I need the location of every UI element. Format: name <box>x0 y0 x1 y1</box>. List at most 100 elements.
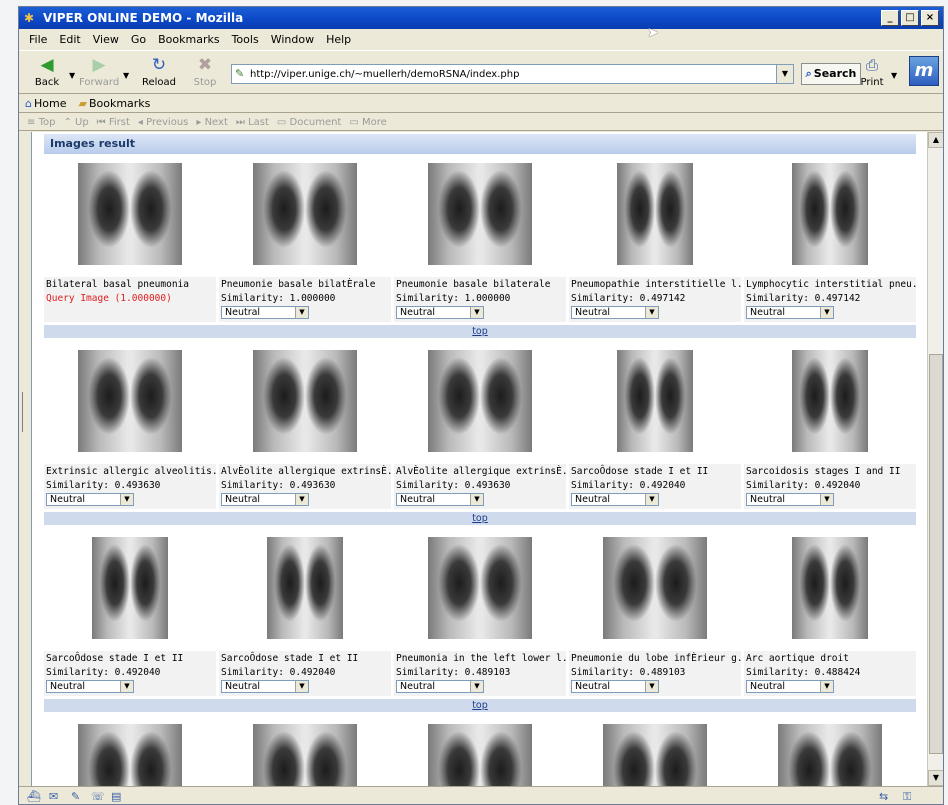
vertical-scrollbar[interactable]: ▲ ▼ <box>927 132 943 786</box>
chest-xray-thumbnail[interactable] <box>792 163 868 265</box>
thumbnail-frame[interactable] <box>394 155 566 277</box>
site-nav-next[interactable]: ▸ Next <box>196 117 228 128</box>
site-nav-top[interactable]: ≡ Top <box>27 117 55 128</box>
menu-help[interactable]: Help <box>326 33 351 46</box>
select-arrow-icon[interactable]: ▼ <box>470 681 483 692</box>
relevance-select[interactable]: Neutral ▼ <box>46 493 134 506</box>
menu-bookmarks[interactable]: Bookmarks <box>158 33 219 46</box>
url-input[interactable] <box>250 66 770 82</box>
maximize-button[interactable]: □ <box>901 10 919 26</box>
chest-xray-thumbnail[interactable] <box>92 537 168 639</box>
thumbnail-frame[interactable] <box>219 716 391 786</box>
chest-xray-thumbnail[interactable] <box>792 537 868 639</box>
site-nav-last[interactable]: ⏭ Last <box>236 117 269 128</box>
relevance-select[interactable]: Neutral ▼ <box>221 680 309 693</box>
site-nav-previous[interactable]: ◂ Previous <box>138 117 188 128</box>
chest-xray-thumbnail[interactable] <box>78 163 182 265</box>
site-nav-more[interactable]: ▭ More <box>349 117 386 128</box>
select-arrow-icon[interactable]: ▼ <box>295 681 308 692</box>
thumbnail-frame[interactable] <box>744 342 916 464</box>
thumbnail-frame[interactable] <box>44 155 216 277</box>
select-arrow-icon[interactable]: ▼ <box>295 307 308 318</box>
menu-tools[interactable]: Tools <box>232 33 259 46</box>
close-button[interactable]: × <box>921 10 939 26</box>
url-bar[interactable]: ✎ ▼ <box>231 64 794 84</box>
chest-xray-thumbnail[interactable] <box>792 350 868 452</box>
chest-xray-thumbnail[interactable] <box>617 350 693 452</box>
relevance-select[interactable]: Neutral ▼ <box>746 680 834 693</box>
menu-edit[interactable]: Edit <box>59 33 80 46</box>
thumbnail-frame[interactable] <box>744 716 916 786</box>
thumbnail-frame[interactable] <box>569 155 741 277</box>
chest-xray-thumbnail[interactable] <box>253 163 357 265</box>
select-arrow-icon[interactable]: ▼ <box>820 307 833 318</box>
forward-button[interactable]: ▶ Forward <box>79 55 119 88</box>
thumbnail-frame[interactable] <box>219 155 391 277</box>
top-link[interactable]: top <box>472 700 488 711</box>
chest-xray-thumbnail[interactable] <box>603 537 707 639</box>
thumbnail-frame[interactable] <box>44 529 216 651</box>
select-arrow-icon[interactable]: ▼ <box>470 494 483 505</box>
thumbnail-frame[interactable] <box>744 155 916 277</box>
forward-dropdown-icon[interactable]: ▼ <box>123 71 129 80</box>
select-arrow-icon[interactable]: ▼ <box>295 494 308 505</box>
select-arrow-icon[interactable]: ▼ <box>645 307 658 318</box>
relevance-select[interactable]: Neutral ▼ <box>571 680 659 693</box>
relevance-select[interactable]: Neutral ▼ <box>396 680 484 693</box>
relevance-select[interactable]: Neutral ▼ <box>221 306 309 319</box>
thumbnail-frame[interactable] <box>219 342 391 464</box>
menu-file[interactable]: File <box>29 33 47 46</box>
thumbnail-frame[interactable] <box>394 716 566 786</box>
relevance-select[interactable]: Neutral ▼ <box>46 680 134 693</box>
thumbnail-frame[interactable] <box>394 529 566 651</box>
relevance-select[interactable]: Neutral ▼ <box>396 306 484 319</box>
site-nav-up[interactable]: ⌃ Up <box>63 117 88 128</box>
chest-xray-thumbnail[interactable] <box>253 724 357 786</box>
chest-xray-thumbnail[interactable] <box>428 724 532 786</box>
select-arrow-icon[interactable]: ▼ <box>645 681 658 692</box>
menu-window[interactable]: Window <box>271 33 314 46</box>
back-dropdown-icon[interactable]: ▼ <box>69 71 75 80</box>
chest-xray-thumbnail[interactable] <box>428 163 532 265</box>
chest-xray-thumbnail[interactable] <box>267 537 343 639</box>
relevance-select[interactable]: Neutral ▼ <box>221 493 309 506</box>
minimize-button[interactable]: _ <box>881 10 899 26</box>
thumbnail-frame[interactable] <box>394 342 566 464</box>
home-button[interactable]: ⌂ Home <box>25 97 66 110</box>
relevance-select[interactable]: Neutral ▼ <box>571 493 659 506</box>
site-nav-first[interactable]: ⏮ First <box>97 117 130 128</box>
search-button[interactable]: ⌕ Search <box>801 63 861 85</box>
relevance-select[interactable]: Neutral ▼ <box>746 306 834 319</box>
select-arrow-icon[interactable]: ▼ <box>120 681 133 692</box>
print-button[interactable]: ⎙ Print <box>857 55 887 88</box>
back-button[interactable]: ◀ Back <box>27 55 67 88</box>
mozilla-throbber-icon[interactable]: m <box>909 56 939 86</box>
relevance-select[interactable]: Neutral ▼ <box>571 306 659 319</box>
scroll-down-icon[interactable]: ▼ <box>928 770 943 786</box>
stop-button[interactable]: ✖ Stop <box>185 55 225 88</box>
site-nav-document[interactable]: ▭ Document <box>277 117 341 128</box>
thumbnail-frame[interactable] <box>569 716 741 786</box>
thumbnail-frame[interactable] <box>569 529 741 651</box>
select-arrow-icon[interactable]: ▼ <box>820 494 833 505</box>
print-dropdown-icon[interactable]: ▼ <box>891 71 897 80</box>
bookmarks-button[interactable]: ▰ Bookmarks <box>78 97 150 110</box>
thumbnail-frame[interactable] <box>744 529 916 651</box>
thumbnail-frame[interactable] <box>569 342 741 464</box>
chest-xray-thumbnail[interactable] <box>253 350 357 452</box>
select-arrow-icon[interactable]: ▼ <box>820 681 833 692</box>
thumbnail-frame[interactable] <box>219 529 391 651</box>
chest-xray-thumbnail[interactable] <box>78 724 182 786</box>
chest-xray-thumbnail[interactable] <box>603 724 707 786</box>
menu-view[interactable]: View <box>93 33 119 46</box>
menu-go[interactable]: Go <box>131 33 146 46</box>
chest-xray-thumbnail[interactable] <box>428 350 532 452</box>
navigator-icon[interactable]: ⛴ <box>27 790 41 803</box>
select-arrow-icon[interactable]: ▼ <box>470 307 483 318</box>
url-dropdown-icon[interactable]: ▼ <box>776 65 793 83</box>
thumbnail-frame[interactable] <box>44 716 216 786</box>
thumbnail-frame[interactable] <box>44 342 216 464</box>
relevance-select[interactable]: Neutral ▼ <box>396 493 484 506</box>
composer-icon[interactable]: ✎ <box>71 790 80 803</box>
top-link[interactable]: top <box>472 326 488 337</box>
